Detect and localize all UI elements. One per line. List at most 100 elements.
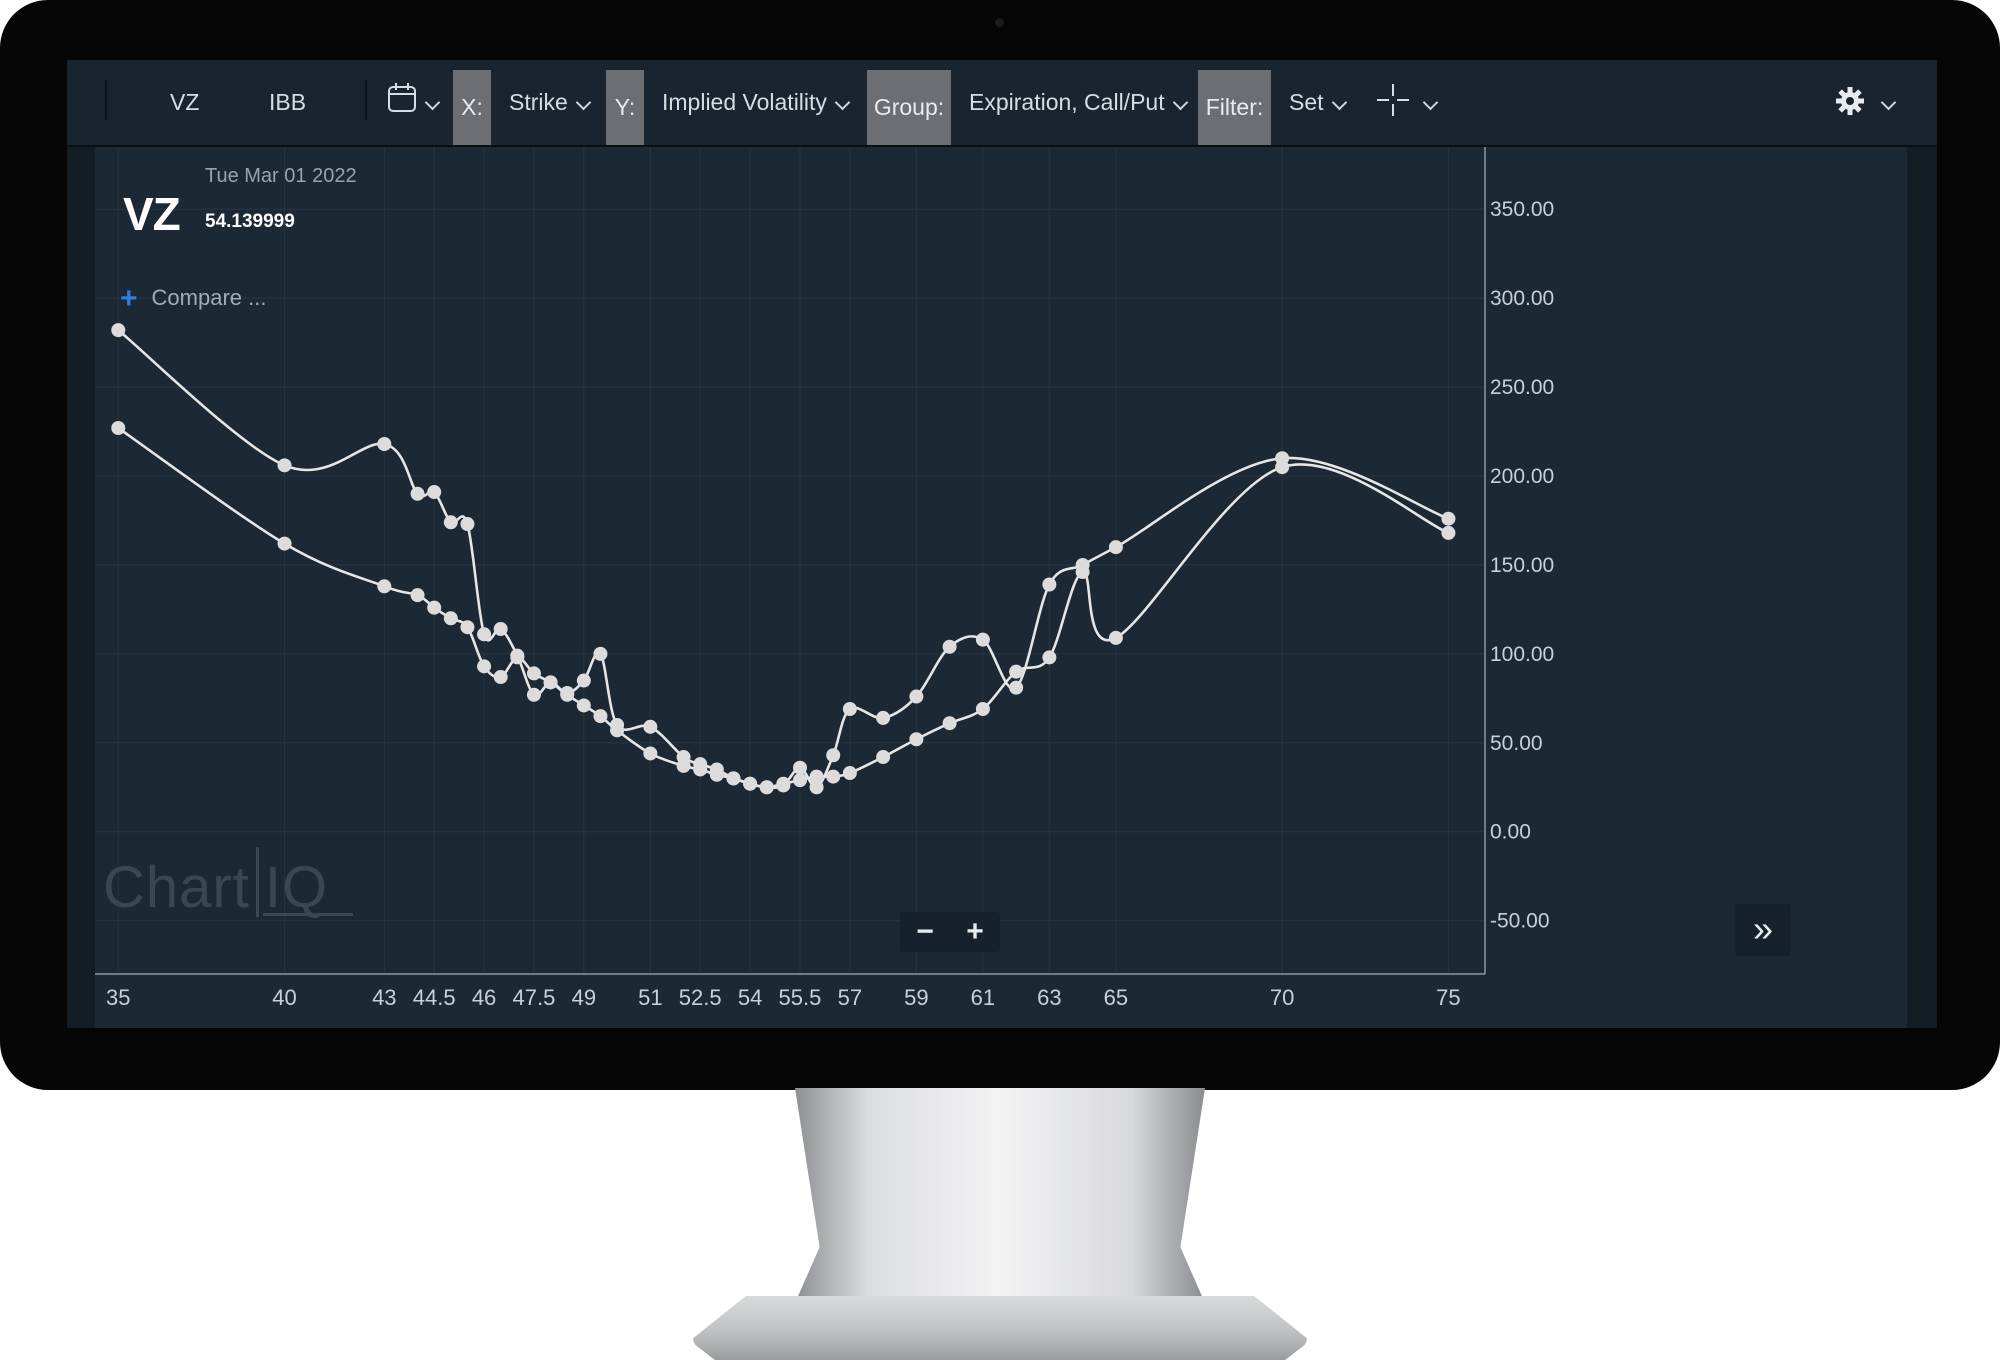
date-picker-button[interactable] <box>387 60 441 145</box>
y-tick-label: 300.00 <box>1490 287 1554 310</box>
scroll-to-end-button[interactable]: » <box>1735 904 1791 956</box>
chevron-down-icon <box>834 94 851 111</box>
data-point <box>842 766 857 781</box>
x-tick-label: 51 <box>638 985 662 1010</box>
data-point <box>460 620 475 635</box>
data-point <box>526 687 541 702</box>
monitor-bezel: VZ IBB X: Strike Y: Implied Volatility G… <box>0 0 2000 1090</box>
data-point <box>826 748 841 763</box>
data-point <box>1009 664 1024 679</box>
data-point <box>277 458 292 473</box>
data-point <box>460 517 475 532</box>
x-axis-dropdown[interactable]: Strike <box>509 60 592 145</box>
data-point <box>1441 511 1456 526</box>
settings-button[interactable] <box>1835 60 1897 145</box>
x-tick-label: 44.5 <box>413 985 456 1010</box>
chevron-down-icon <box>575 94 592 111</box>
data-point <box>975 702 990 717</box>
y-tick-label: 0.00 <box>1490 821 1531 844</box>
data-point <box>543 675 558 690</box>
data-point <box>709 767 724 782</box>
toolbar: VZ IBB X: Strike Y: Implied Volatility G… <box>67 60 1937 147</box>
data-point <box>809 769 824 784</box>
x-tick-label: 65 <box>1104 985 1128 1010</box>
crosshair-button[interactable] <box>1377 60 1439 145</box>
data-point <box>1108 540 1123 555</box>
zoom-in-button[interactable]: + <box>950 912 1000 952</box>
y-axis-tag: Y: <box>606 70 644 145</box>
toolbar-divider <box>105 80 107 120</box>
y-tick-label: 50.00 <box>1490 732 1543 755</box>
data-point <box>477 627 492 642</box>
x-tick-label: 54 <box>738 985 762 1010</box>
data-point <box>676 758 691 773</box>
symbol-tab-ibb[interactable]: IBB <box>269 60 306 145</box>
x-tick-label: 63 <box>1037 985 1061 1010</box>
filter-tag: Filter: <box>1198 70 1271 145</box>
y-tick-label: 150.00 <box>1490 554 1554 577</box>
monitor-stand <box>795 1088 1205 1303</box>
filter-dropdown[interactable]: Set <box>1289 60 1347 145</box>
data-point <box>759 780 774 795</box>
zoom-out-button[interactable]: − <box>900 912 950 952</box>
x-tick-label: 35 <box>106 985 130 1010</box>
group-tag: Group: <box>867 70 951 145</box>
data-point <box>111 421 126 436</box>
x-tick-label: 57 <box>838 985 862 1010</box>
filter-value: Set <box>1289 89 1324 115</box>
data-point <box>576 698 591 713</box>
symbol-tab-vz[interactable]: VZ <box>170 60 199 145</box>
data-point <box>593 709 608 724</box>
group-dropdown[interactable]: Expiration, Call/Put <box>969 60 1188 145</box>
compare-button[interactable]: + Compare ... <box>120 279 267 315</box>
y-axis-value: Implied Volatility <box>662 89 827 115</box>
data-point <box>576 673 591 688</box>
data-point <box>1108 630 1123 645</box>
x-axis-tag: X: <box>453 70 491 145</box>
camera-dot <box>995 18 1004 27</box>
x-tick-label: 43 <box>372 985 396 1010</box>
chevron-down-icon <box>1172 94 1188 111</box>
gear-icon <box>1836 87 1864 115</box>
chart-symbol: VZ <box>123 188 181 240</box>
y-tick-label: 100.00 <box>1490 643 1554 666</box>
data-point <box>1009 680 1024 695</box>
data-point <box>792 760 807 775</box>
data-point <box>443 611 458 626</box>
data-point <box>493 669 508 684</box>
data-point <box>493 621 508 636</box>
data-point <box>1042 577 1057 592</box>
x-tick-label: 70 <box>1270 985 1294 1010</box>
toolbar-divider <box>365 80 367 120</box>
x-tick-label: 75 <box>1436 985 1460 1010</box>
data-point <box>975 632 990 647</box>
app-screen: VZ IBB X: Strike Y: Implied Volatility G… <box>67 60 1937 1028</box>
data-point <box>842 702 857 717</box>
x-tick-label: 52.5 <box>679 985 722 1010</box>
chart-date: Tue Mar 01 2022 <box>205 165 357 187</box>
y-tick-label: 200.00 <box>1490 465 1554 488</box>
x-tick-label: 47.5 <box>513 985 556 1010</box>
y-tick-label: -50.00 <box>1490 910 1550 933</box>
x-tick-label: 46 <box>472 985 496 1010</box>
data-point <box>942 639 957 654</box>
data-point <box>826 769 841 784</box>
data-point <box>792 773 807 788</box>
chartiq-logo: Chart IQ <box>103 847 353 921</box>
y-axis-dropdown[interactable]: Implied Volatility <box>662 60 851 145</box>
data-point <box>526 666 541 681</box>
data-point <box>427 600 442 615</box>
data-point <box>477 659 492 674</box>
data-point <box>560 687 575 702</box>
chevron-down-icon <box>424 94 441 111</box>
data-point <box>1441 525 1456 540</box>
data-point <box>876 710 891 725</box>
y-tick-label: 250.00 <box>1490 376 1554 399</box>
chart-panel[interactable]: 35 40 43 44.5 46 47.5 49 51 52.5 54 55.5 57 59 61 63 65… <box>95 147 1907 1028</box>
compare-label: Compare ... <box>151 285 267 310</box>
data-point <box>743 776 758 791</box>
volatility-chart[interactable]: 35 40 43 44.5 46 47.5 49 51 52.5 54 55.5 57 59 61 63 65… <box>95 147 1907 1028</box>
x-tick-label: 61 <box>971 985 995 1010</box>
data-point <box>593 646 608 661</box>
data-point <box>1042 650 1057 665</box>
